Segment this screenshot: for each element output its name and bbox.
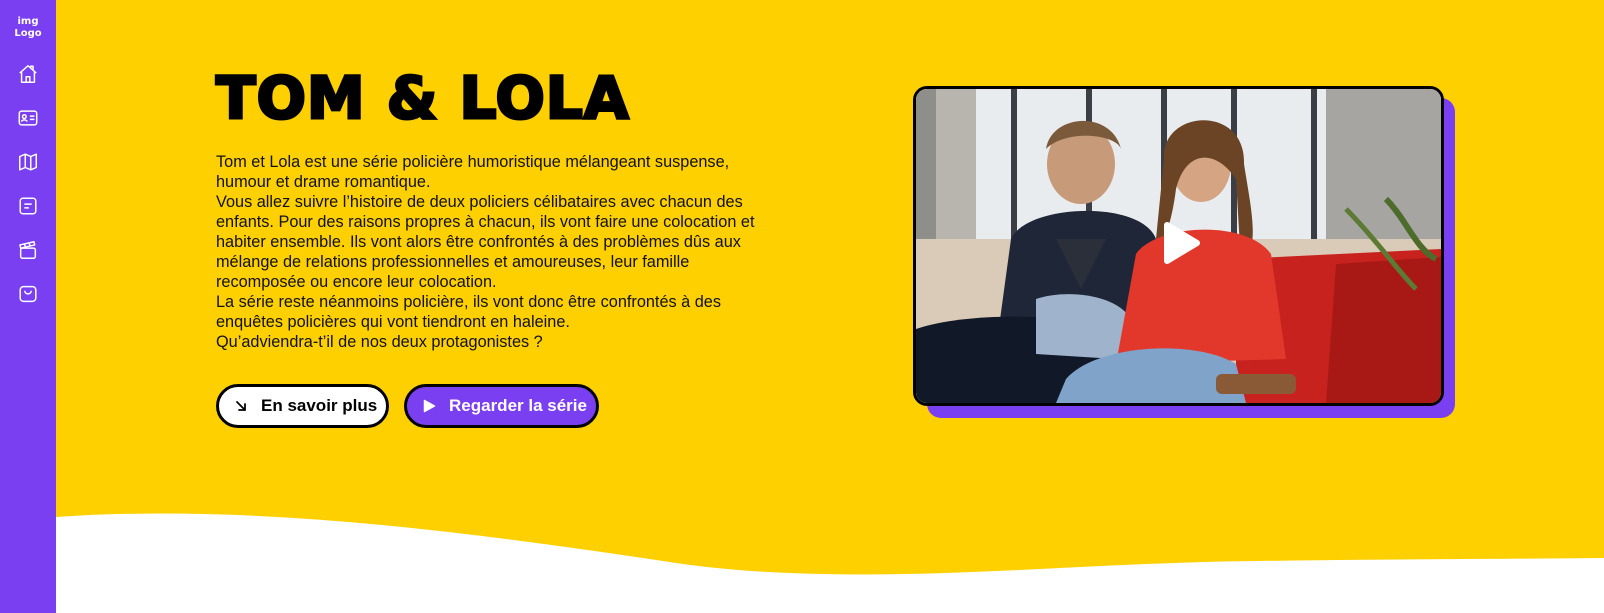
watch-series-label: Regarder la série xyxy=(449,396,587,415)
video-player[interactable] xyxy=(913,86,1444,406)
description-paragraph: Vous allez suivre l’histoire de deux pol… xyxy=(216,193,755,291)
page-title: TOM & LOLA xyxy=(215,63,631,134)
id-card-icon xyxy=(18,110,38,126)
sidebar-nav xyxy=(16,62,40,306)
clapperboard-icon xyxy=(19,241,37,259)
logo-line-1: img xyxy=(17,16,39,27)
logo-line-2: Logo xyxy=(14,28,42,39)
description: Tom et Lola est une série policière humo… xyxy=(216,152,776,352)
logo[interactable]: img Logo xyxy=(8,16,48,40)
bag-icon xyxy=(19,285,37,303)
nav-videos[interactable] xyxy=(16,238,40,262)
play-icon xyxy=(421,398,437,414)
nav-home[interactable] xyxy=(16,62,40,86)
sidebar: img Logo xyxy=(0,0,56,613)
description-paragraph: Qu’adviendra-t’il de nos deux protagonis… xyxy=(216,333,543,351)
learn-more-button[interactable]: En savoir plus xyxy=(216,384,389,428)
nav-notes[interactable] xyxy=(16,194,40,218)
wave-divider xyxy=(56,513,1604,613)
nav-map[interactable] xyxy=(16,150,40,174)
note-icon xyxy=(19,197,37,215)
hero-section: TOM & LOLA Tom et Lola est une série pol… xyxy=(56,0,1604,613)
description-paragraph: La série reste néanmoins policière, ils … xyxy=(216,293,721,331)
map-icon xyxy=(19,153,37,171)
watch-series-button[interactable]: Regarder la série xyxy=(404,384,599,428)
play-icon xyxy=(1164,222,1200,264)
arrow-down-right-icon xyxy=(233,398,249,414)
nav-shop[interactable] xyxy=(16,282,40,306)
home-icon xyxy=(19,65,37,83)
description-paragraph: Tom et Lola est une série policière humo… xyxy=(216,153,730,191)
nav-profile[interactable] xyxy=(16,106,40,130)
learn-more-label: En savoir plus xyxy=(261,396,378,415)
